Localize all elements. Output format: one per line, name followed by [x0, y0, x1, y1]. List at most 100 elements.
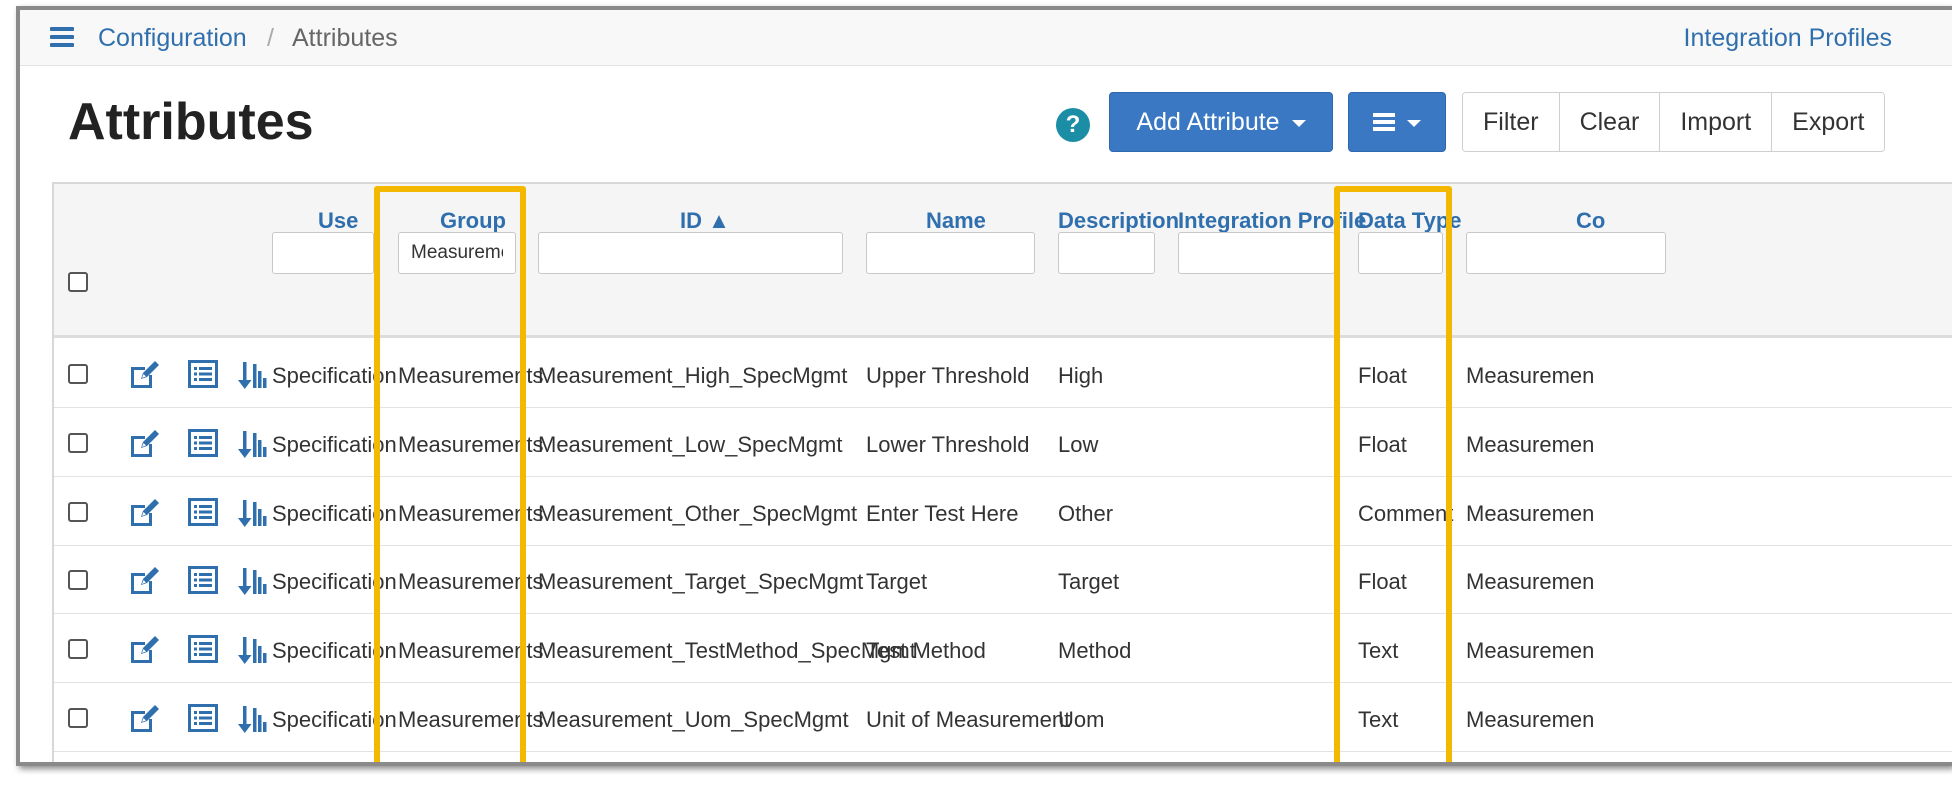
column-next[interactable]: Co: [1576, 208, 1605, 234]
cell-description: High: [1058, 363, 1104, 388]
cell-next: Measuremen: [1466, 363, 1595, 388]
cell-id: Measurement_TestMethod_SpecMgmt: [538, 638, 916, 664]
column-use[interactable]: Use: [318, 208, 358, 234]
list-details-icon[interactable]: [188, 635, 218, 668]
cell-data-type: Float: [1358, 363, 1407, 388]
export-button[interactable]: Export: [1772, 93, 1885, 151]
edit-icon[interactable]: [128, 704, 160, 739]
sort-order-icon[interactable]: [238, 704, 270, 739]
list-details-icon[interactable]: [188, 704, 218, 737]
integration-profiles-link[interactable]: Integration Profiles: [1684, 24, 1892, 53]
cell-data-type: Text: [1358, 638, 1399, 664]
sort-order-icon[interactable]: [238, 566, 270, 601]
cell-description: Low: [1058, 431, 1099, 457]
import-button[interactable]: Import: [1660, 93, 1773, 151]
sort-order-icon[interactable]: [238, 498, 270, 533]
sort-order-icon[interactable]: [238, 429, 270, 464]
cell-use: Specification: [272, 363, 397, 388]
edit-icon[interactable]: [128, 429, 160, 464]
select-all-checkbox[interactable]: [68, 272, 88, 292]
filter-button[interactable]: Filter: [1463, 93, 1560, 151]
list-details-icon[interactable]: [188, 360, 218, 393]
name-filter-input[interactable]: [866, 232, 1035, 274]
cell-group: Measurements: [398, 569, 544, 595]
cell-data-type: Float: [1358, 569, 1407, 595]
row-checkbox[interactable]: [68, 708, 88, 728]
column-group[interactable]: Group: [440, 208, 506, 234]
table-row: Specification Measurements Measurement_Hig…: [54, 340, 1952, 408]
table-actions: Filter Clear Import Export: [1462, 92, 1886, 152]
list-details-icon[interactable]: [188, 566, 218, 599]
cell-id: Measurement_Uom_SpecMgmt: [538, 707, 849, 732]
cell-group: Measurements: [398, 707, 544, 732]
cell-use: Specification: [272, 569, 397, 595]
sort-order-icon[interactable]: [238, 635, 270, 670]
edit-icon[interactable]: [128, 498, 160, 533]
chevron-down-icon: [1291, 120, 1306, 127]
breadcrumb-separator: /: [267, 24, 274, 52]
cell-description: Other: [1058, 500, 1114, 526]
row-checkbox[interactable]: [68, 364, 88, 384]
row-checkbox[interactable]: [68, 570, 88, 591]
table-row: Specification Measurements Measurement_Low…: [54, 409, 1952, 477]
options-menu-button[interactable]: [1348, 92, 1446, 152]
cell-next: Measuremen: [1466, 638, 1595, 664]
column-id[interactable]: ID ▲: [680, 208, 730, 234]
edit-icon[interactable]: [128, 360, 160, 395]
list-details-icon[interactable]: [188, 428, 218, 462]
cell-description: Method: [1058, 638, 1132, 664]
column-integration-profile[interactable]: Integration Profile: [1178, 208, 1366, 234]
row-checkbox[interactable]: [68, 639, 88, 660]
breadcrumb-configuration[interactable]: Configuration: [98, 24, 247, 53]
column-description[interactable]: Description: [1058, 208, 1179, 234]
breadcrumb-current: Attributes: [292, 24, 398, 52]
table-row: Specification Measurements Measurement_Oth…: [54, 478, 1952, 546]
cell-id: Measurement_Target_SpecMgmt: [538, 569, 864, 595]
cell-name: Test Method: [866, 638, 986, 664]
group-filter-input[interactable]: [398, 232, 516, 274]
cell-use: Specification: [272, 431, 397, 457]
description-filter-input[interactable]: [1058, 232, 1155, 274]
integration-profile-filter-input[interactable]: [1178, 232, 1335, 274]
cell-group: Measurements: [398, 431, 544, 457]
cell-description: Target: [1058, 569, 1120, 595]
row-checkbox[interactable]: [68, 432, 88, 453]
column-data-type[interactable]: Data Type: [1358, 208, 1462, 234]
cell-name: Enter Test Here: [866, 500, 1019, 526]
add-attribute-label: Add Attribute: [1136, 107, 1280, 136]
sort-order-icon[interactable]: [238, 360, 270, 395]
clear-button[interactable]: Clear: [1559, 93, 1661, 151]
cell-group: Measurements: [398, 363, 544, 388]
list-details-icon[interactable]: [188, 497, 218, 531]
id-filter-input[interactable]: [538, 232, 843, 274]
cell-group: Measurements: [398, 638, 544, 664]
row-checkbox[interactable]: [68, 501, 88, 522]
edit-icon[interactable]: [128, 566, 160, 601]
add-attribute-button[interactable]: Add Attribute: [1109, 92, 1333, 152]
edit-icon[interactable]: [128, 635, 160, 670]
table-row: Specification Measurements Measurement_Tes…: [54, 615, 1952, 684]
table-header: Use Group ID ▲ Name Description Integrat…: [54, 184, 1952, 338]
hamburger-icon[interactable]: [50, 27, 74, 47]
cell-next: Measuremen: [1466, 569, 1595, 595]
cell-id: Measurement_High_SpecMgmt: [538, 363, 848, 388]
use-filter-input[interactable]: [272, 232, 374, 274]
cell-next: Measuremen: [1466, 500, 1595, 526]
page-title: Attributes: [68, 93, 314, 151]
cell-use: Specification: [272, 500, 397, 526]
cell-use: Specification: [272, 638, 397, 664]
chevron-down-icon: [1407, 120, 1421, 127]
help-icon[interactable]: ?: [1056, 108, 1090, 142]
cell-name: Unit of Measurement: [866, 707, 1071, 732]
next-filter-input[interactable]: [1466, 232, 1666, 274]
cell-id: Measurement_Low_SpecMgmt: [538, 431, 843, 457]
cell-name: Upper Threshold: [866, 363, 1030, 388]
cell-data-type: Float: [1358, 431, 1407, 457]
table-row: Specification Measurements Measurement_Uom…: [54, 684, 1952, 752]
column-name[interactable]: Name: [926, 208, 986, 234]
cell-name: Lower Threshold: [866, 431, 1030, 457]
cell-next: Measuremen: [1466, 431, 1595, 457]
table-row: Specification Measurements Measurement_Tar…: [54, 546, 1952, 615]
attributes-table: Use Group ID ▲ Name Description Integrat…: [52, 182, 1952, 762]
data-type-filter-input[interactable]: [1358, 232, 1443, 274]
